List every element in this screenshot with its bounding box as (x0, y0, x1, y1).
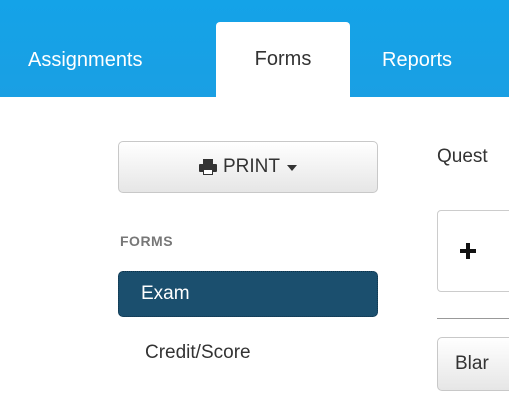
tab-label: Forms (254, 48, 312, 70)
print-button-label: PRINT (223, 156, 280, 177)
plus-icon (460, 243, 476, 259)
sidebar-item-credit-score[interactable]: Credit/Score (118, 330, 378, 376)
tab-label: Assignments (28, 49, 143, 71)
tab-label: Reports (382, 49, 453, 71)
top-tab-bar: Assignments Forms Reports (0, 0, 509, 97)
sidebar-item-exam[interactable]: Exam (118, 271, 378, 317)
blank-button[interactable]: Blar (437, 337, 509, 391)
add-question-button[interactable] (437, 210, 509, 292)
tab-assignments[interactable]: Assignments (20, 0, 200, 97)
sidebar-item-label: Exam (141, 283, 190, 304)
questions-label: Quest (437, 146, 488, 167)
printer-icon (199, 159, 217, 175)
divider (437, 318, 509, 319)
caret-down-icon (287, 165, 297, 171)
page: Assignments Forms Reports PRINT FORMS Ex… (0, 0, 509, 398)
print-button[interactable]: PRINT (118, 141, 378, 193)
tab-forms[interactable]: Forms (216, 22, 350, 97)
sidebar-section-header: FORMS (120, 233, 174, 249)
tab-reports[interactable]: Reports (372, 0, 492, 97)
sidebar-item-label: Credit/Score (145, 342, 251, 363)
blank-button-label: Blar (455, 353, 489, 374)
